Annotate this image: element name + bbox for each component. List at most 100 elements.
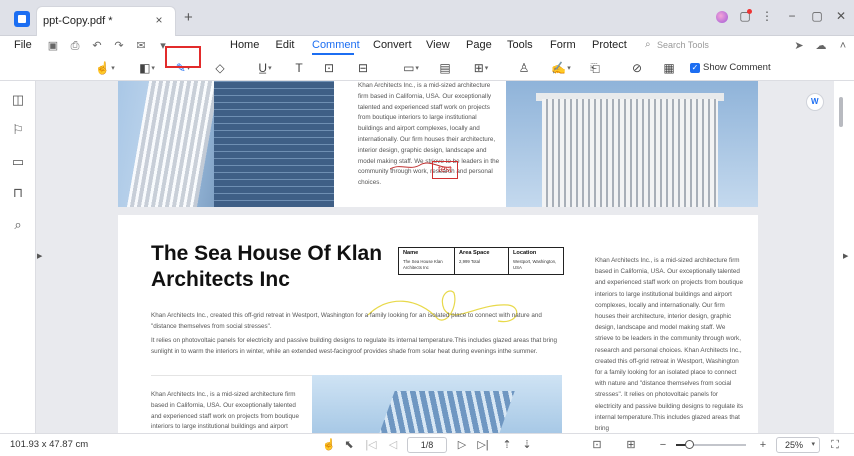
comment-list-button[interactable]: ▦ <box>660 58 678 78</box>
page-layout-icon[interactable]: ⊡ <box>590 438 604 452</box>
hand-tool-button[interactable]: ☝▾ <box>92 58 118 78</box>
undo-icon[interactable]: ↶ <box>90 39 104 53</box>
attachment-manager-icon: ⎗ <box>590 61 600 75</box>
search-tools-placeholder: Search Tools <box>657 40 709 50</box>
last-page-icon[interactable]: ▷| <box>476 438 490 452</box>
stamp-icon: ♙ <box>518 61 530 75</box>
text-stamp-annotation[interactable]: test <box>432 161 458 179</box>
collapse-ribbon-icon[interactable]: ˄ <box>836 39 850 53</box>
glass-tower <box>214 81 334 207</box>
comment-toolbar: ☝▾ ◧▾ ✎▾ ◇ U̲▾ T ⊡ ⊟ ▭▾ ▤ ⊞▾ ♙ ✍▾ ⎗ ⊘ ▦ … <box>0 56 854 81</box>
maximize-icon[interactable]: ▢ <box>810 9 824 23</box>
hand-tool-icon: ☝ <box>95 61 111 75</box>
zoom-slider-handle[interactable] <box>684 440 694 449</box>
close-window-icon[interactable]: ✕ <box>834 9 848 23</box>
markup-tool-button[interactable]: ◧▾ <box>134 58 160 78</box>
building-facade <box>126 81 220 207</box>
energy-paragraph: It relies on photovoltaic panels for ele… <box>151 337 558 355</box>
document-viewport[interactable]: Khan Architects Inc., is a mid-sized arc… <box>44 81 834 433</box>
menu-icon[interactable]: ⋮ <box>760 9 774 23</box>
search-tools[interactable]: ⌕ Search Tools <box>645 37 755 55</box>
eraser-icon: ◇ <box>215 61 225 75</box>
previous-page-icon[interactable]: ◁ <box>386 438 400 452</box>
attachment-tool-button[interactable]: ⊘ <box>628 58 646 78</box>
underline-icon: U̲ <box>258 61 268 75</box>
zoom-select[interactable]: 25% ▾ <box>776 437 820 453</box>
share-icon[interactable]: ➤ <box>792 39 806 53</box>
convert-to-word-icon[interactable] <box>806 93 824 111</box>
select-cursor-icon[interactable]: ⬉ <box>342 438 356 452</box>
attachment-icon[interactable]: ⊓ <box>11 186 25 200</box>
menu-view[interactable]: View <box>426 37 450 55</box>
fit-page-icon[interactable]: ⊞ <box>624 438 638 452</box>
status-bar: 101.93 x 47.87 cm ☝ ⬉ |◁ ◁ 1/8 ▷ ▷| ⇡ ⇣ … <box>0 433 854 456</box>
comment-icon[interactable]: ▭ <box>11 155 25 169</box>
mail-icon[interactable]: ✉ <box>134 39 148 53</box>
menu-bar: File ▣ ⎙ ↶ ↷ ✉ ▾ Home Edit Comment Conve… <box>0 36 854 56</box>
first-page-icon[interactable]: |◁ <box>364 438 378 452</box>
intro-paragraph: Khan Architects Inc., created this off-g… <box>151 312 542 330</box>
print-icon[interactable]: ⎙ <box>68 39 82 53</box>
zoom-out-icon[interactable]: − <box>656 438 670 452</box>
page-down-icon[interactable]: ⇣ <box>520 438 534 452</box>
area-tool-button[interactable]: ⊞▾ <box>468 58 494 78</box>
page-number-input[interactable]: 1/8 <box>407 437 447 453</box>
info-cell-name: Name The Sea House Klan Architects Inc <box>399 248 455 274</box>
zoom-in-icon[interactable]: + <box>756 438 770 452</box>
notification-icon[interactable]: ▢ <box>738 9 752 23</box>
info-cell-location: Location Westport, Washington, USA <box>509 248 563 274</box>
text-tool-button[interactable]: T <box>290 58 308 78</box>
eraser-tool-button[interactable]: ◇ <box>210 58 230 78</box>
callout-tool-button[interactable]: ⊟ <box>354 58 372 78</box>
menu-tools[interactable]: Tools <box>507 37 533 55</box>
sticky-note-icon: ▤ <box>439 61 451 75</box>
minimize-icon[interactable]: − <box>785 9 799 23</box>
underline-tool-button[interactable]: U̲▾ <box>252 58 278 78</box>
menu-protect[interactable]: Protect <box>592 37 627 55</box>
document-tab-title: ppt-Copy.pdf * <box>43 15 113 27</box>
new-tab-button[interactable]: + <box>184 10 193 25</box>
signature-tool-button[interactable]: ✍▾ <box>548 58 574 78</box>
textbox-tool-button[interactable]: ⊡ <box>320 58 338 78</box>
notification-dot <box>747 9 752 14</box>
stamp-tool-button[interactable]: ♙ <box>515 58 533 78</box>
info-head: Location <box>513 250 537 256</box>
menu-comment[interactable]: Comment <box>312 37 360 55</box>
zoom-slider[interactable] <box>676 440 746 449</box>
document-tab[interactable]: ppt-Copy.pdf * × <box>36 6 176 36</box>
menu-convert[interactable]: Convert <box>373 37 412 55</box>
page-up-icon[interactable]: ⇡ <box>500 438 514 452</box>
redo-icon[interactable]: ↷ <box>112 39 126 53</box>
show-comment-checkbox[interactable]: ✓ <box>690 63 700 73</box>
info-cell-area: Area Space 2,999 Total <box>455 248 509 274</box>
left-sidebar: ◫ ⚐ ▭ ⊓ ⌕ <box>0 81 36 433</box>
callout-icon: ⊟ <box>357 61 369 75</box>
bookmark-icon[interactable]: ⚐ <box>11 123 25 137</box>
search-panel-icon[interactable]: ⌕ <box>11 218 25 232</box>
cloud-upload-icon[interactable]: ☁ <box>814 39 828 53</box>
menu-file[interactable]: File <box>14 39 32 51</box>
next-page-icon[interactable]: ▷ <box>455 438 469 452</box>
thumbnails-icon[interactable]: ◫ <box>11 93 25 107</box>
markup-icon: ◧ <box>139 61 151 75</box>
shape-tool-button[interactable]: ▭▾ <box>398 58 424 78</box>
avatar[interactable] <box>716 11 728 23</box>
expand-left-panel-icon[interactable]: ▶ <box>37 252 42 260</box>
chevron-down-icon: ▾ <box>268 64 272 72</box>
menu-page[interactable]: Page <box>466 37 492 55</box>
building-photo-right <box>506 81 758 207</box>
scroll-thumb[interactable] <box>839 97 843 127</box>
close-tab-icon[interactable]: × <box>153 14 165 26</box>
menu-form[interactable]: Form <box>550 37 576 55</box>
info-head: Area Space <box>459 250 490 256</box>
fullscreen-icon[interactable]: ⛶ <box>828 438 842 452</box>
expand-right-panel-icon[interactable]: ▶ <box>843 252 848 260</box>
chevron-down-icon: ▾ <box>567 64 571 72</box>
rectangle-icon: ▭ <box>403 61 415 75</box>
note-tool-button[interactable]: ▤ <box>436 58 454 78</box>
save-icon[interactable]: ▣ <box>46 39 60 53</box>
hand-icon[interactable]: ☝ <box>322 438 336 452</box>
menu-edit[interactable]: Edit <box>275 37 295 55</box>
menu-home[interactable]: Home <box>230 37 259 55</box>
attachment-manager-button[interactable]: ⎗ <box>586 58 604 78</box>
